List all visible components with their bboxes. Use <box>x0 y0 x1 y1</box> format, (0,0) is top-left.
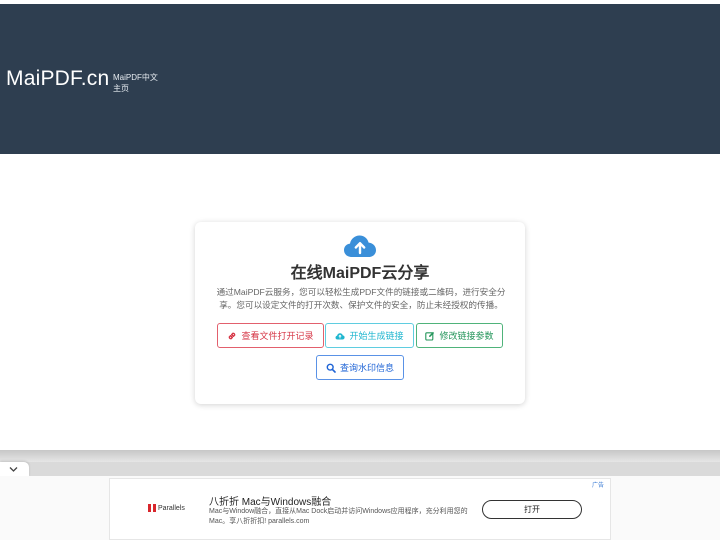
link-icon <box>229 332 236 339</box>
card-description: 通过MaiPDF云服务，您可以轻松生成PDF文件的链接或二维码，进行安全分享。您… <box>216 287 506 310</box>
card-title: 在线MaiPDF云分享 <box>290 265 430 282</box>
nav-item-home[interactable]: 主页 <box>113 83 158 94</box>
parallels-logo: Parallels <box>148 504 185 512</box>
query-watermark-label: 查询水印信息 <box>339 363 394 373</box>
ad-area-divider <box>0 450 720 462</box>
chevron-down-icon <box>9 467 18 472</box>
parallels-logo-text: Parallels <box>158 504 185 512</box>
search-icon <box>326 363 336 373</box>
ad-open-button[interactable]: 打开 <box>482 500 582 519</box>
view-open-records-button[interactable]: 查看文件打开记录 <box>217 323 324 348</box>
start-generate-link-button[interactable]: 开始生成链接 <box>325 323 414 348</box>
start-generate-link-label: 开始生成链接 <box>349 331 404 341</box>
modify-link-params-label: 修改链接参数 <box>439 331 494 341</box>
nav-item-maipdf-chinese[interactable]: MaiPDF中文 <box>113 72 158 83</box>
site-header: MaiPDF.cn MaiPDF中文 主页 <box>0 4 720 154</box>
brand-logo[interactable]: MaiPDF.cn <box>6 67 109 91</box>
modify-link-params-button[interactable]: 修改链接参数 <box>416 323 503 348</box>
cloud-upload-small-icon <box>335 332 346 339</box>
ad-label[interactable]: 广告 <box>592 480 604 489</box>
view-open-records-label: 查看文件打开记录 <box>241 331 314 341</box>
parallels-bars-icon <box>153 504 156 512</box>
ad-title[interactable]: 八折折 Mac与Windows融合 <box>209 493 331 508</box>
cloud-upload-icon <box>344 235 376 257</box>
share-card: 在线MaiPDF云分享 通过MaiPDF云服务，您可以轻松生成PDF文件的链接或… <box>195 222 525 404</box>
ad-banner[interactable]: 广告 Parallels 八折折 Mac与Windows融合 Mac与Windo… <box>109 478 611 540</box>
nav-menu: MaiPDF中文 主页 <box>113 72 158 94</box>
query-watermark-button[interactable]: 查询水印信息 <box>316 355 404 380</box>
ad-collapse-tab[interactable] <box>0 462 29 477</box>
parallels-bars-icon <box>148 504 151 512</box>
ad-text: Mac与Window融合，直接从Mac Dock启动并访问Windows应用程序… <box>209 508 468 525</box>
edit-icon <box>425 331 435 341</box>
